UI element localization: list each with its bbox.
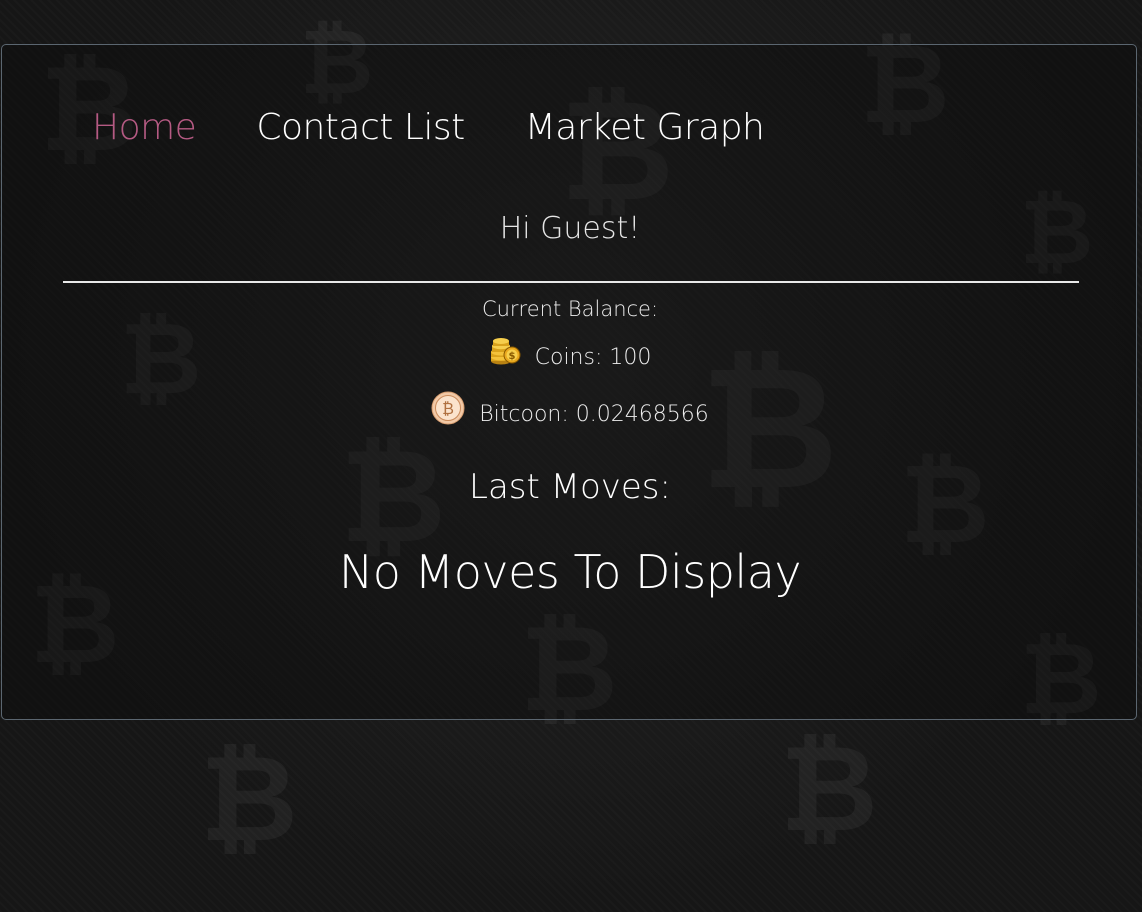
main-panel: Home Contact List Market Graph Hi Guest!… xyxy=(1,44,1137,720)
coin-stack-icon: $ xyxy=(490,338,521,365)
top-nav: Home Contact List Market Graph xyxy=(92,107,824,148)
bitcoin-balance-text: Bitcoon: 0.02468566 xyxy=(479,401,709,427)
last-moves-title: Last Moves: xyxy=(469,467,671,507)
nav-link-contact-list[interactable]: Contact List xyxy=(256,107,465,148)
bitcoin-balance-row: ₿ Bitcoon: 0.02468566 xyxy=(2,391,1138,431)
bitcoin-icon: ₿ xyxy=(431,391,465,425)
nav-link-home[interactable]: Home xyxy=(92,107,197,148)
coins-balance-row: $ Coins: 100 xyxy=(2,338,1138,373)
divider xyxy=(63,281,1079,283)
background-bitcoin-glyph: ₿ xyxy=(200,730,298,869)
no-moves-message: No Moves To Display xyxy=(338,545,802,599)
svg-text:₿: ₿ xyxy=(442,399,454,418)
svg-text:$: $ xyxy=(508,351,515,362)
coins-balance-text: Coins: 100 xyxy=(534,344,652,370)
greeting-text: Hi Guest! xyxy=(499,211,641,246)
nav-link-market-graph[interactable]: Market Graph xyxy=(525,107,765,148)
balance-label: Current Balance: xyxy=(481,297,659,321)
background-bitcoin-glyph: ₿ xyxy=(780,720,878,859)
